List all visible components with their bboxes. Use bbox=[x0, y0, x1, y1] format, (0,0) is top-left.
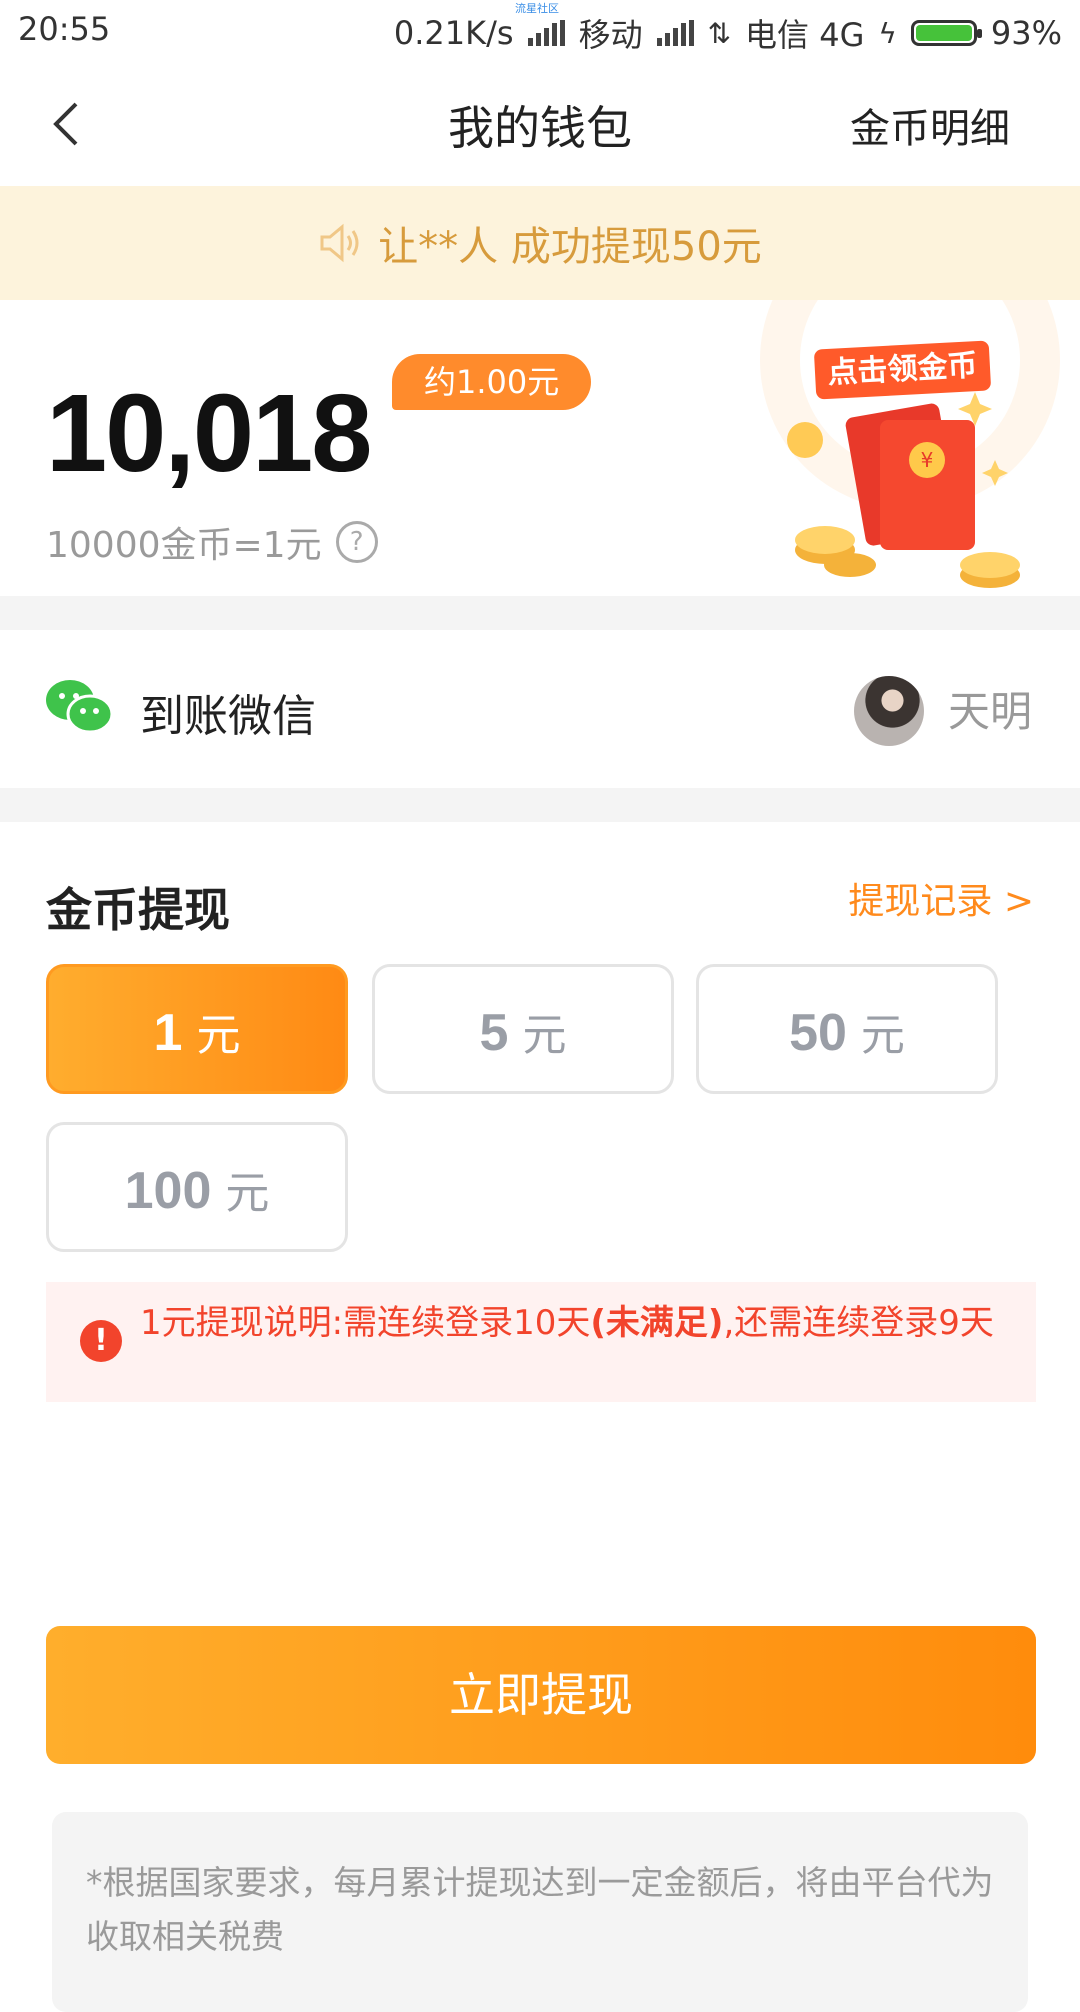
amount-value: 1 bbox=[153, 1004, 183, 1062]
claim-coins-promo[interactable]: ¥ 点击领金币 bbox=[740, 300, 1080, 596]
warning-icon: ! bbox=[80, 1320, 122, 1362]
status-indicators: 0.21K/s 移动 ⇅ 电信 4G ϟ 93% bbox=[394, 10, 1062, 56]
withdraw-now-button[interactable]: 立即提现 bbox=[46, 1626, 1036, 1764]
data-transfer-icon: ⇅ bbox=[707, 16, 732, 50]
tax-disclaimer: *根据国家要求，每月累计提现达到一定金额后，将由平台代为收取相关税费 bbox=[52, 1812, 1028, 2012]
amount-option-50[interactable]: 50 元 bbox=[696, 964, 998, 1094]
carrier-2: 电信 4G bbox=[745, 16, 865, 54]
withdraw-record-link[interactable]: 提现记录 > bbox=[848, 872, 1034, 924]
withdraw-notice: ! 1元提现说明:需连续登录10天(未满足),还需连续登录9天 bbox=[46, 1282, 1036, 1402]
wechat-icon bbox=[46, 680, 114, 734]
coin-balance: 10,018 bbox=[46, 372, 372, 495]
signal-icon bbox=[656, 20, 694, 46]
payee-name: 天明 bbox=[948, 687, 1033, 736]
help-icon[interactable]: ? bbox=[335, 521, 378, 563]
speaker-icon bbox=[320, 223, 359, 263]
payee-label: 到账微信 bbox=[140, 691, 316, 742]
signal-icon bbox=[527, 20, 565, 46]
amount-option-100[interactable]: 100 元 bbox=[46, 1122, 348, 1252]
notice-unmet: (未满足) bbox=[590, 1303, 724, 1343]
notice-text: 1元提现说明:需连续登录10天(未满足),还需连续登录9天 bbox=[140, 1300, 1010, 1346]
balance-card: 10,018 约1.00元 10000金币=1元 ? ¥ 点击领金币 bbox=[0, 300, 1080, 596]
notice-prefix: 1元提现说明:需连续登录10天 bbox=[140, 1303, 591, 1343]
amount-unit: 元 bbox=[522, 1010, 567, 1061]
announcement-bar: 让**人 成功提现50元 bbox=[0, 186, 1080, 300]
announcement-text: 让**人 成功提现50元 bbox=[378, 224, 762, 270]
network-speed: 0.21K/s bbox=[393, 14, 514, 52]
notice-suffix: ,还需连续登录9天 bbox=[723, 1303, 994, 1343]
battery-icon bbox=[910, 20, 982, 46]
payee-row[interactable]: 到账微信 天明 bbox=[0, 630, 1080, 788]
amount-option-5[interactable]: 5 元 bbox=[372, 964, 674, 1094]
battery-percent: 93% bbox=[990, 14, 1062, 52]
amount-value: 100 bbox=[124, 1162, 212, 1220]
status-bar: 20:55 流星社区 0.21K/s 移动 ⇅ 电信 4G ϟ 93% bbox=[0, 0, 1080, 62]
claim-coins-label: 点击领金币 bbox=[813, 340, 992, 400]
svg-text:¥: ¥ bbox=[921, 448, 934, 472]
approx-value-badge: 约1.00元 bbox=[392, 354, 592, 410]
section-divider bbox=[0, 788, 1080, 822]
section-divider bbox=[0, 596, 1080, 630]
nav-header: 我的钱包 金币明细 bbox=[0, 62, 1080, 186]
exchange-rate: 10000金币=1元 ? bbox=[46, 516, 378, 568]
amount-value: 5 bbox=[479, 1004, 509, 1062]
coin-detail-link[interactable]: 金币明细 bbox=[850, 96, 1010, 154]
amount-unit: 元 bbox=[860, 1010, 905, 1061]
carrier-1: 移动 bbox=[578, 16, 643, 54]
amount-unit: 元 bbox=[196, 1010, 241, 1061]
disclaimer-text: *根据国家要求，每月累计提现达到一定金额后，将由平台代为收取相关税费 bbox=[86, 1863, 994, 1956]
status-time: 20:55 bbox=[18, 10, 111, 48]
exchange-rate-text: 10000金币=1元 bbox=[46, 525, 322, 566]
amount-value: 50 bbox=[789, 1004, 847, 1062]
charging-icon: ϟ bbox=[878, 16, 897, 50]
withdraw-title: 金币提现 bbox=[46, 883, 230, 937]
avatar bbox=[854, 676, 924, 746]
amount-unit: 元 bbox=[225, 1168, 270, 1219]
amount-option-1[interactable]: 1 元 bbox=[46, 964, 348, 1094]
